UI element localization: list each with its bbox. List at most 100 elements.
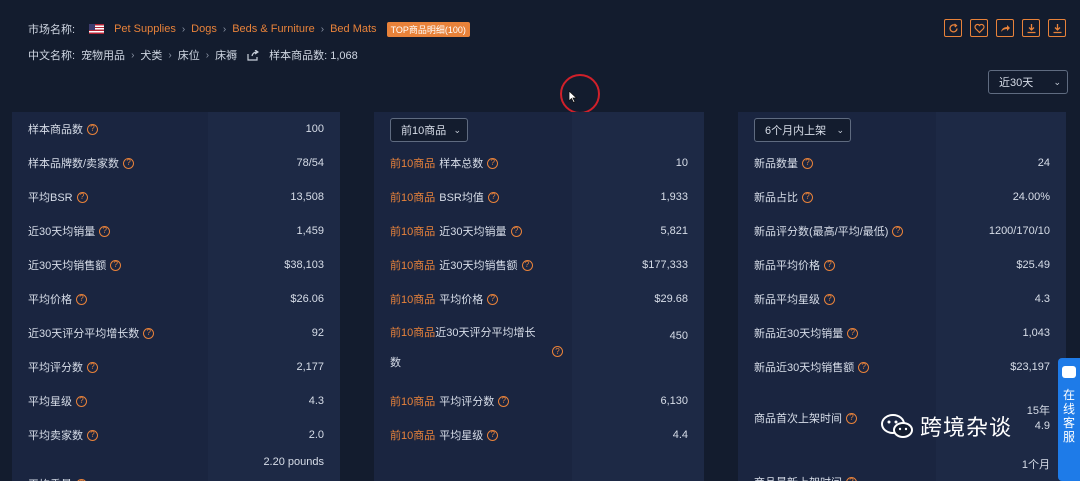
help-icon[interactable]: ? [87,123,98,135]
table-row: 平均价格? $26.06 [12,282,340,316]
metric-label-text: 平均BSR [28,192,73,204]
metric-value: 5,821 [660,225,688,237]
metric-label: 近30天均销量? [28,223,111,239]
help-icon[interactable]: ? [824,259,835,271]
help-icon[interactable]: ? [487,293,499,305]
help-icon[interactable]: ? [847,327,859,339]
metric-label-text: 样本总数 [439,158,484,170]
breadcrumb-beds-furniture[interactable]: Beds & Furniture [232,23,315,35]
share-icon[interactable] [247,49,260,61]
metric-label-text: 数 [390,357,401,369]
help-icon[interactable]: ? [846,476,857,481]
metric-value: 1,043 [1022,327,1050,339]
metric-label: 新品平均价格? [754,257,835,273]
help-icon[interactable]: ? [143,327,155,339]
share-arrow-icon[interactable] [996,19,1014,37]
table-row: 前10商品近30天评分平均增长数? 450 [374,316,704,384]
metric-value: 2,177 [296,361,324,373]
metric-value: 4.3 [1034,293,1050,305]
chevron-right-icon: › [181,23,186,35]
help-icon[interactable]: ? [521,259,533,271]
top10-prefix: 前10商品 [390,158,436,170]
help-icon[interactable]: ? [498,395,510,407]
help-icon[interactable]: ? [123,157,135,169]
help-icon[interactable]: ? [87,429,98,441]
help-icon[interactable]: ? [487,157,499,169]
metric-label: 商品最新上架时间? [754,474,857,481]
table-row: 前10商品 近30天均销售额? $177,333 [374,248,704,282]
metric-value: 1,459 [296,225,324,237]
metric-label-text: 平均评分数 [28,362,83,374]
metric-label: 平均重量? [28,476,87,481]
chevron-right-icon: › [168,49,172,61]
help-icon[interactable]: ? [510,225,522,237]
metric-label-text: 平均价格 [28,294,72,306]
metric-value: 100 [305,123,324,135]
table-row: 平均BSR? 13,508 [12,180,340,214]
market-row: 市场名称: Pet Supplies › Dogs › Beds & Furni… [28,20,470,38]
help-icon[interactable]: ? [487,429,499,441]
breadcrumb-pet-supplies[interactable]: Pet Supplies [114,23,176,35]
top-products-badge[interactable]: TOP商品明细(100) [386,21,470,37]
metric-label-text: 样本品牌数/卖家数 [28,158,120,170]
table-row: 商品最新上架时间? 1个月 [738,452,1066,481]
new-products-select[interactable]: 6个月内上架 ⌄ [754,118,851,142]
help-icon[interactable]: ? [552,346,563,357]
metric-label: 商品首次上架时间? [754,410,857,426]
table-row: 近30天均销售额? $38,103 [12,248,340,282]
metric-label: 前10商品近30天评分平均增长数? [390,324,563,370]
metric-label-text: 平均星级 [439,430,484,442]
help-icon[interactable]: ? [76,293,87,305]
export-icon[interactable] [1048,19,1066,37]
metric-value: 2.0 [308,429,324,441]
period-select[interactable]: 近30天 ⌄ [988,70,1068,94]
metric-label-text: 新品评分数(最高/平均/最低) [754,226,889,238]
metric-value: 1200/170/10 [988,225,1050,237]
refresh-icon[interactable] [944,19,962,37]
metric-label-text: 平均评分数 [439,396,495,408]
table-row: 前10商品 平均价格? $29.68 [374,282,704,316]
help-icon[interactable]: ? [802,191,813,203]
table-row: 新品近30天均销售额? $23,197 [738,350,1066,384]
metric-value: 2.20 pounds [263,456,324,468]
metric-value: 4.9 [1034,420,1050,432]
breadcrumb-dogs[interactable]: Dogs [191,23,217,35]
metric-label: 平均评分数? [28,359,98,375]
period-select-value: 近30天 [999,77,1034,89]
table-row: 前10商品 近30天均销量? 5,821 [374,214,704,248]
overview-panel: 样本商品数? 100 样本品牌数/卖家数? 78/54 平均BSR? 13,508 近30天… [12,112,340,481]
help-icon[interactable]: ? [802,157,813,169]
service-char: 线 [1062,402,1075,416]
metric-value: $25.49 [1016,259,1050,271]
metric-label: 近30天评分平均增长数? [28,325,155,341]
metric-label-text: 样本商品数 [28,124,83,136]
metric-label-text: 平均星级 [28,396,72,408]
online-service-button[interactable]: 在 线 客 服 [1058,358,1080,481]
chevron-right-icon: › [222,23,227,35]
mouse-cursor-icon [568,90,578,103]
service-char: 客 [1062,416,1075,430]
top10-prefix: 前10商品 [390,260,436,272]
metric-label-text: 新品数量 [754,158,798,170]
help-icon[interactable]: ? [858,361,870,373]
metric-value: 6,130 [660,395,688,407]
top10-select[interactable]: 前10商品 ⌄ [390,118,468,142]
help-icon[interactable]: ? [824,293,835,305]
help-icon[interactable]: ? [110,259,122,271]
label-line: 前10商品近30天评分平均增长 [390,324,536,340]
help-icon[interactable]: ? [487,191,499,203]
metric-label: 前10商品 平均星级? [390,427,499,443]
help-icon[interactable]: ? [87,361,98,373]
help-icon[interactable]: ? [99,225,111,237]
help-icon[interactable]: ? [76,395,87,407]
heart-icon[interactable] [970,19,988,37]
help-icon[interactable]: ? [76,191,88,203]
help-icon[interactable]: ? [892,225,904,237]
table-row: 近30天均销量? 1,459 [12,214,340,248]
help-icon[interactable]: ? [846,412,857,424]
us-flag-icon [89,24,105,34]
download-icon[interactable] [1022,19,1040,37]
metric-label-text: 平均卖家数 [28,430,83,442]
chevron-down-icon: ⌄ [453,124,461,135]
breadcrumb-bed-mats[interactable]: Bed Mats [330,23,376,35]
